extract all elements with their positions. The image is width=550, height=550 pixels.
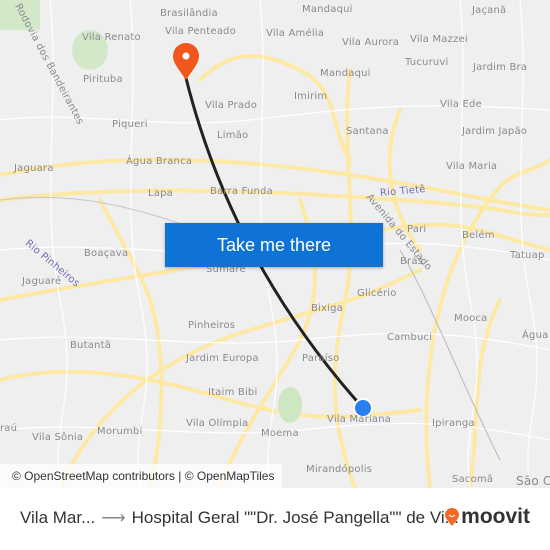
map-label: Vila Sônia	[32, 432, 84, 443]
map-label: Pirituba	[83, 74, 123, 85]
map-label: Sacomã	[452, 474, 494, 485]
map-label: Tatuap	[510, 250, 545, 261]
map-label: Jaçanã	[472, 5, 507, 16]
map-label: Vila Penteado	[165, 26, 236, 37]
map-label: Água	[522, 330, 549, 341]
map-label: Ipiranga	[432, 418, 475, 429]
map-label: Vila Prado	[205, 100, 258, 111]
map-label: Mandaqui	[302, 4, 353, 15]
map-label: Vila Mariana	[327, 414, 392, 425]
logo-text: moovit	[461, 505, 530, 528]
map-label: Pinheiros	[188, 320, 236, 331]
map-label: Barra Funda	[210, 186, 273, 197]
map-label: Pari	[407, 224, 427, 235]
map[interactable]: Brasilândia Mandaqui Jaçanã Vila Renato …	[0, 0, 550, 488]
destination-name: Hospital Geral ""Dr. José Pangella"" de …	[131, 508, 459, 527]
map-attribution[interactable]: © OpenStreetMap contributors | © OpenMap…	[0, 464, 283, 488]
map-label: Morumbi	[97, 426, 143, 437]
map-label: Piqueri	[112, 119, 148, 130]
map-label: Bixiga	[311, 303, 344, 314]
map-label: Jardim Japão	[462, 126, 528, 137]
map-label: Boaçava	[84, 248, 129, 259]
map-label: Vila Renato	[82, 32, 141, 43]
map-label: Vila Maria	[446, 161, 498, 172]
map-label: Mandaqui	[320, 68, 371, 79]
map-label: Tucuruvi	[405, 57, 449, 68]
moovit-pin-icon	[445, 508, 460, 526]
moovit-logo[interactable]: moovit	[445, 505, 530, 529]
map-label: Moema	[261, 428, 299, 439]
map-label: Vila Mazzei	[410, 34, 468, 45]
map-label: Água Branca	[126, 156, 193, 167]
arrow-right-icon: ⟶	[101, 508, 126, 527]
map-label: Butantã	[70, 340, 112, 351]
map-label: Limão	[217, 130, 249, 141]
map-label: Brasilândia	[160, 8, 218, 19]
map-label: Vila Olímpia	[186, 418, 249, 429]
map-label: Mirandópolis	[306, 464, 373, 475]
map-label: Itaim Bibi	[208, 387, 258, 398]
map-label: Jardim Bra	[473, 62, 528, 73]
map-label: Imirim	[294, 91, 328, 102]
map-label: raú	[0, 423, 18, 434]
map-label: São C	[516, 474, 550, 488]
map-label: Vila Aurora	[342, 37, 400, 48]
map-label: Vila Amélia	[266, 28, 325, 39]
map-label: Jaguaré	[22, 276, 62, 287]
map-label: Belém	[462, 230, 495, 241]
footer: Vila Mar... ⟶ Hospital Geral ""Dr. José Pa…	[0, 488, 550, 550]
map-label: Jardim Europa	[186, 353, 259, 364]
map-label: Paraíso	[302, 353, 340, 364]
route-summary: Vila Mar... ⟶ Hospital Geral ""Dr. José Pa…	[20, 508, 459, 528]
destination-pin-icon	[173, 43, 199, 80]
map-label: Vila Ede	[440, 99, 482, 110]
map-label: Lapa	[148, 188, 173, 199]
map-label: Mooca	[454, 313, 488, 324]
origin-name: Vila Mar...	[20, 508, 96, 527]
map-label: Cambuci	[387, 332, 433, 343]
map-label: Glicério	[357, 288, 397, 299]
map-label: Jaguara	[14, 163, 54, 174]
take-me-there-button[interactable]: Take me there	[165, 223, 383, 267]
map-label: Santana	[346, 126, 389, 137]
